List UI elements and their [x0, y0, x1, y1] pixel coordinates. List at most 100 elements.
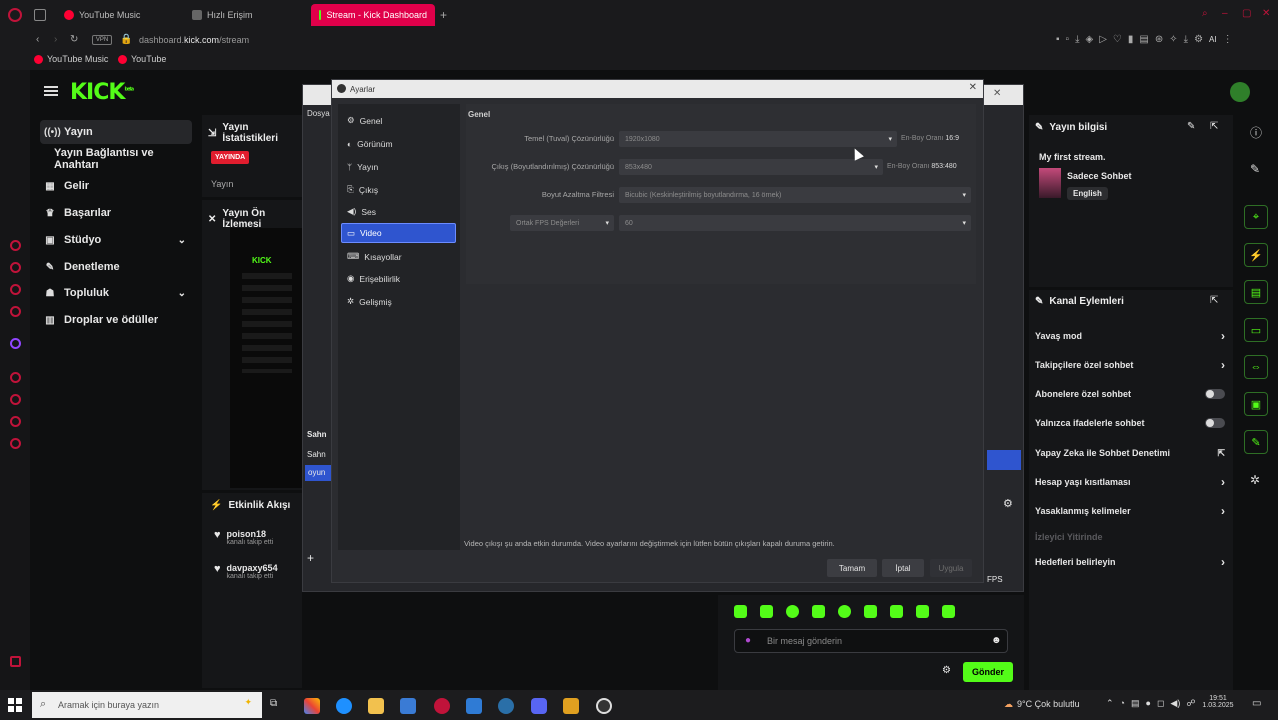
nav-item-community[interactable]: ☗ Topluluk ⌄ [40, 281, 192, 305]
subscribers-only-toggle[interactable] [1205, 389, 1225, 399]
vpn-icon[interactable]: VPN [92, 35, 112, 45]
browser-logo-icon[interactable] [8, 8, 22, 22]
obs-source-item[interactable]: oyun [305, 465, 331, 481]
tool-broadcast-icon[interactable]: ⇔ [1244, 355, 1268, 379]
maximize-icon[interactable]: ▢ [1242, 8, 1251, 19]
settings-icon[interactable] [10, 438, 21, 449]
tool-bolt-icon[interactable]: ⚡ [1244, 243, 1268, 267]
tray-app-icon[interactable]: ▤ [1131, 698, 1140, 709]
info-icon[interactable]: ⓘ [1250, 124, 1262, 141]
search-icon[interactable]: ⌕ [1202, 8, 1208, 19]
clock-icon[interactable] [10, 372, 21, 383]
tool-focus-icon[interactable]: ⌖ [1244, 205, 1268, 229]
action-set-goals[interactable]: Hedefleri belirleyin › [1035, 554, 1225, 570]
add-widget-icon[interactable]: ✲ [1250, 473, 1260, 487]
nav-item-stream-key[interactable]: Yayın Bağlantısı ve Anahtarı [50, 147, 200, 171]
bookmark-youtube[interactable]: YouTube [118, 54, 166, 64]
emote-icon[interactable] [890, 605, 903, 618]
emote-icon[interactable] [916, 605, 929, 618]
sidebar-item-hotkeys[interactable]: ⌨ Kısayollar [342, 247, 456, 266]
nav-item-achievements[interactable]: ♛ Başarılar [40, 201, 192, 225]
close-icon[interactable]: ✕ [969, 82, 977, 93]
popout-icon[interactable]: ⇱ [1210, 121, 1218, 132]
workspaces-icon[interactable] [34, 9, 46, 21]
opera-icon[interactable] [434, 698, 450, 714]
tool-wrench-icon[interactable]: ✎ [1244, 430, 1268, 454]
task-view-icon[interactable]: ⧉ [270, 698, 277, 709]
sidebar-item-stream[interactable]: ᛘ Yayın [342, 157, 456, 176]
emote-icon[interactable] [786, 605, 799, 618]
tool-doc-icon[interactable]: ▤ [1244, 280, 1268, 304]
base-resolution-select[interactable]: 1920x1080 ▾ [619, 131, 897, 147]
cancel-button[interactable]: İptal [882, 559, 924, 577]
messenger-icon[interactable] [10, 416, 21, 427]
close-icon[interactable]: ✕ [1262, 8, 1270, 19]
obs-icon[interactable] [596, 698, 612, 714]
play-icon[interactable]: ▷ [1099, 34, 1107, 45]
steam-icon[interactable] [498, 698, 514, 714]
emote-icon[interactable] [942, 605, 955, 618]
pen-icon[interactable]: ✎ [1250, 162, 1260, 176]
heart-icon[interactable]: ♡ [1113, 34, 1122, 45]
back-icon[interactable]: ‹ [36, 34, 39, 45]
app-icon[interactable] [563, 698, 579, 714]
emote-icon[interactable] [864, 605, 877, 618]
action-slow-mode[interactable]: Yavaş mod › [1035, 328, 1225, 344]
nav-item-moderation[interactable]: ✎ Denetleme [40, 255, 192, 279]
history-icon[interactable] [10, 240, 21, 251]
download-icon[interactable]: ⤓ [1075, 34, 1079, 45]
action-account-age[interactable]: Hesap yaşı kısıtlaması › [1035, 474, 1225, 490]
tab-quick-access[interactable]: Hızlı Erişim [184, 4, 304, 26]
folder-icon[interactable] [368, 698, 384, 714]
chrome-icon[interactable] [304, 698, 320, 714]
tray-app-icon[interactable]: ◻ [1157, 698, 1164, 709]
ai-label[interactable]: AI [1209, 34, 1217, 45]
emote-icon[interactable] [812, 605, 825, 618]
sidebar-item-audio[interactable]: ◀) Ses [342, 202, 456, 221]
mail-icon[interactable] [10, 284, 21, 295]
sidebar-settings-icon[interactable] [10, 656, 21, 667]
action-banned-words[interactable]: Yasaklanmış kelimeler › [1035, 503, 1225, 519]
action-followers-only[interactable]: Takipçilere özel sohbet › [1035, 357, 1225, 373]
bag-icon[interactable] [10, 262, 21, 273]
share-icon[interactable]: ⊛ [1155, 34, 1163, 45]
forward-icon[interactable]: › [54, 34, 57, 45]
menu-icon[interactable]: ⋮ [1223, 34, 1233, 45]
activity-user[interactable]: davpaxy654 [227, 563, 278, 573]
ok-button[interactable]: Tamam [827, 559, 877, 577]
bookmark-youtube-music[interactable]: YouTube Music [34, 54, 108, 64]
sidebar-item-video[interactable]: ▭ Video [341, 223, 456, 243]
fps-type-select[interactable]: Ortak FPS Değerleri ▾ [510, 215, 614, 231]
puzzle-icon[interactable]: ✧ [1169, 34, 1177, 45]
new-tab-icon[interactable]: + [440, 8, 447, 22]
nav-item-drops[interactable]: ▥ Droplar ve ödüller [40, 308, 192, 332]
close-icon[interactable]: ✕ [993, 88, 1001, 99]
tray-app-icon[interactable]: ◔ [1120, 698, 1125, 709]
camera-icon[interactable]: ▪ [1056, 34, 1060, 45]
emotes-only-toggle[interactable] [1205, 418, 1225, 428]
calculator-icon[interactable] [400, 698, 416, 714]
weather-widget[interactable]: ☁ 9°C Çok bulutlu [1004, 699, 1080, 710]
downloads-icon[interactable]: ⤓ [1184, 34, 1188, 45]
obs-scene-item[interactable]: Sahn [307, 450, 326, 459]
emoji-icon[interactable]: ☻ [991, 635, 1002, 646]
kick-logo[interactable]: KICKbeta [70, 80, 134, 105]
nav-item-revenue[interactable]: ▦ Gelir [40, 174, 192, 198]
edge-icon[interactable] [336, 698, 352, 714]
downscale-filter-select[interactable]: Bicubic (Keskinleştirilmiş boyutlandırma… [619, 187, 971, 203]
preview-video[interactable]: KICK [230, 228, 302, 488]
chat-settings-icon[interactable]: ⚙ [942, 665, 951, 676]
sidebar-item-appearance[interactable]: ◐ Görünüm [342, 134, 456, 153]
chevron-up-icon[interactable]: ⌃ [1106, 698, 1114, 709]
apply-button[interactable]: Uygula [930, 559, 972, 577]
nav-item-stream[interactable]: ((•)) Yayın [40, 120, 192, 144]
hamburger-menu-icon[interactable] [44, 86, 58, 96]
popout-icon[interactable]: ⇱ [1210, 295, 1218, 306]
url-text[interactable]: dashboard.kick.com/stream [139, 35, 249, 45]
twitch-icon[interactable] [10, 338, 21, 349]
chat-icon[interactable] [10, 306, 21, 317]
fps-value-select[interactable]: 60 ▾ [619, 215, 971, 231]
emote-icon[interactable] [760, 605, 773, 618]
tab-kick-dashboard[interactable]: Stream - Kick Dashboard [311, 4, 435, 26]
volume-icon[interactable]: ◀) [1170, 698, 1180, 709]
